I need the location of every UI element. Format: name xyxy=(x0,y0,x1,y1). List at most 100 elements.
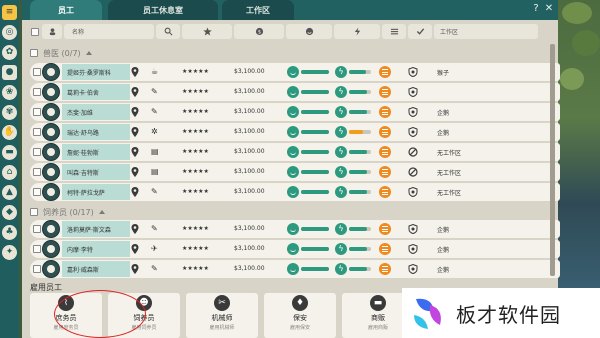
scrollbar-thumb[interactable] xyxy=(550,44,555,276)
collapse-arrow-icon[interactable] xyxy=(85,51,92,55)
actions-menu-button[interactable] xyxy=(379,186,391,198)
staff-name[interactable]: 葛莉卡·伯舍 xyxy=(62,84,130,100)
scrollbar[interactable] xyxy=(550,44,555,276)
row-checkbox[interactable] xyxy=(33,128,41,136)
tab-staff-room[interactable]: 员工休息室 xyxy=(108,0,218,20)
group-keepers-checkbox[interactable] xyxy=(30,208,38,216)
group-vets-title[interactable]: 兽医 (0/7) xyxy=(30,47,92,59)
row-checkbox[interactable] xyxy=(33,88,41,96)
locate-pin-icon[interactable] xyxy=(131,187,139,197)
avatar[interactable] xyxy=(42,183,60,201)
leaf-icon[interactable]: ♣ xyxy=(2,225,17,240)
group-vets-checkbox[interactable] xyxy=(30,49,38,57)
graduation-icon[interactable]: ◆ xyxy=(2,205,17,220)
row-checkbox[interactable] xyxy=(33,265,41,273)
header-happiness[interactable] xyxy=(286,24,332,39)
shield-icon[interactable] xyxy=(408,107,418,117)
work-zone[interactable]: 企鹅 xyxy=(437,225,449,234)
locate-pin-icon[interactable] xyxy=(131,224,139,234)
hire-card[interactable]: ✂ 机械师 雇用机械师 xyxy=(186,293,258,338)
header-actions[interactable] xyxy=(382,24,406,39)
badge-icon[interactable]: ✦ xyxy=(2,245,17,260)
header-rating[interactable] xyxy=(182,24,232,39)
row-checkbox[interactable] xyxy=(33,188,41,196)
shield-icon[interactable] xyxy=(408,244,418,254)
help-button[interactable]: ? xyxy=(530,3,542,15)
staff-name[interactable]: 洛莉莫萨·斯文森 xyxy=(62,221,130,237)
header-salary[interactable]: $ xyxy=(234,24,284,39)
locate-pin-icon[interactable] xyxy=(131,244,139,254)
staff-row[interactable]: 嘉利·威森斯 ✎ ★★★★★ $3,100.00 ϟ 企鹅 xyxy=(30,260,560,278)
staff-row[interactable]: 叫森·吉特斯 ▤ ★★★★★ $3,100.00 ϟ 无工作区 xyxy=(30,163,560,181)
avatar[interactable] xyxy=(42,220,60,238)
tab-staff[interactable]: 员工 xyxy=(30,0,102,20)
work-zone[interactable]: 无工作区 xyxy=(437,188,461,197)
tab-work-zones[interactable]: 工作区 xyxy=(222,0,294,20)
shield-icon[interactable] xyxy=(408,127,418,137)
locate-pin-icon[interactable] xyxy=(131,107,139,117)
staff-row[interactable]: 瑞达·舒乌路 ✲ ★★★★★ $3,100.00 ϟ 企鹅 xyxy=(30,123,560,141)
staff-row[interactable]: 柯特·萨拉戈萨 ✎ ★★★★★ $3,100.00 ϟ 无工作区 xyxy=(30,183,560,201)
actions-menu-button[interactable] xyxy=(379,263,391,275)
staff-row[interactable]: 内摩·李特 ✈ ★★★★★ $3,100.00 ϟ 企鹅 xyxy=(30,240,560,258)
staff-name[interactable]: 杰斐·加维 xyxy=(62,104,130,120)
actions-menu-button[interactable] xyxy=(379,106,391,118)
flower-icon[interactable]: ❀ xyxy=(2,85,17,100)
collapse-arrow-icon[interactable] xyxy=(98,210,105,214)
close-button[interactable]: ✕ xyxy=(543,3,555,15)
staff-name[interactable]: 提姬芬·桑罗斯科 xyxy=(62,64,130,80)
work-zone[interactable]: 企鹅 xyxy=(437,265,449,274)
staff-name[interactable]: 柯特·萨拉戈萨 xyxy=(62,184,130,200)
staff-row[interactable]: 杰斐·加维 ✎ ★★★★★ $3,100.00 ϟ 企鹅 xyxy=(30,103,560,121)
shop-icon[interactable]: ⌂ xyxy=(2,165,17,180)
staff-name[interactable]: 瑞达·舒乌路 xyxy=(62,124,130,140)
header-name[interactable]: 名称 xyxy=(64,24,154,39)
locate-pin-icon[interactable] xyxy=(131,87,139,97)
staff-row[interactable]: 提姬芬·桑罗斯科 ☕ ★★★★★ $3,100.00 ϟ 猴子 xyxy=(30,63,560,81)
row-checkbox[interactable] xyxy=(33,168,41,176)
header-search[interactable] xyxy=(156,24,180,39)
avatar[interactable] xyxy=(42,63,60,81)
globe-icon[interactable]: ◎ xyxy=(2,25,17,40)
locate-pin-icon[interactable] xyxy=(131,147,139,157)
staff-name[interactable]: 嘉利·威森斯 xyxy=(62,261,130,277)
actions-menu-button[interactable] xyxy=(379,223,391,235)
shield-icon[interactable] xyxy=(408,187,418,197)
work-zone[interactable]: 无工作区 xyxy=(437,148,461,157)
paw-print-icon[interactable]: ✾ xyxy=(2,105,17,120)
staff-name[interactable]: 内摩·李特 xyxy=(62,241,130,257)
work-zone[interactable]: 企鹅 xyxy=(437,128,449,137)
group-keepers-title[interactable]: 饲养员 (0/17) xyxy=(30,206,105,218)
avatar[interactable] xyxy=(42,123,60,141)
header-status[interactable] xyxy=(408,24,432,39)
row-checkbox[interactable] xyxy=(33,68,41,76)
actions-menu-button[interactable] xyxy=(379,146,391,158)
select-all-checkbox[interactable] xyxy=(31,27,39,36)
chart-icon[interactable]: ▲ xyxy=(2,185,17,200)
row-checkbox[interactable] xyxy=(33,245,41,253)
row-checkbox[interactable] xyxy=(33,108,41,116)
locate-pin-icon[interactable] xyxy=(131,167,139,177)
actions-menu-button[interactable] xyxy=(379,166,391,178)
staff-icon[interactable]: ● xyxy=(2,65,17,80)
work-zone[interactable]: 无工作区 xyxy=(437,168,461,177)
avatar[interactable] xyxy=(42,163,60,181)
paw-icon[interactable]: ✿ xyxy=(2,45,17,60)
locate-pin-icon[interactable] xyxy=(131,127,139,137)
header-energy[interactable] xyxy=(334,24,380,39)
avatar[interactable] xyxy=(42,143,60,161)
locate-pin-icon[interactable] xyxy=(131,264,139,274)
staff-row[interactable]: 葛莉卡·伯舍 ✎ ★★★★★ $3,100.00 ϟ xyxy=(30,83,560,101)
hands-icon[interactable]: ✋ xyxy=(2,125,17,140)
row-checkbox[interactable] xyxy=(33,225,41,233)
row-checkbox[interactable] xyxy=(33,148,41,156)
staff-name[interactable]: 叫森·吉特斯 xyxy=(62,164,130,180)
shield-icon[interactable] xyxy=(408,224,418,234)
staff-row[interactable]: 洛莉莫萨·斯文森 ✎ ★★★★★ $3,100.00 ϟ 企鹅 xyxy=(30,220,560,238)
avatar[interactable] xyxy=(42,240,60,258)
hire-card[interactable]: ♦ 保安 雇用保安 xyxy=(264,293,336,338)
staff-row[interactable]: 詹妮·桂勃斯 ▤ ★★★★★ $3,100.00 ϟ 无工作区 xyxy=(30,143,560,161)
actions-menu-button[interactable] xyxy=(379,86,391,98)
avatar[interactable] xyxy=(42,103,60,121)
shield-icon[interactable] xyxy=(408,264,418,274)
